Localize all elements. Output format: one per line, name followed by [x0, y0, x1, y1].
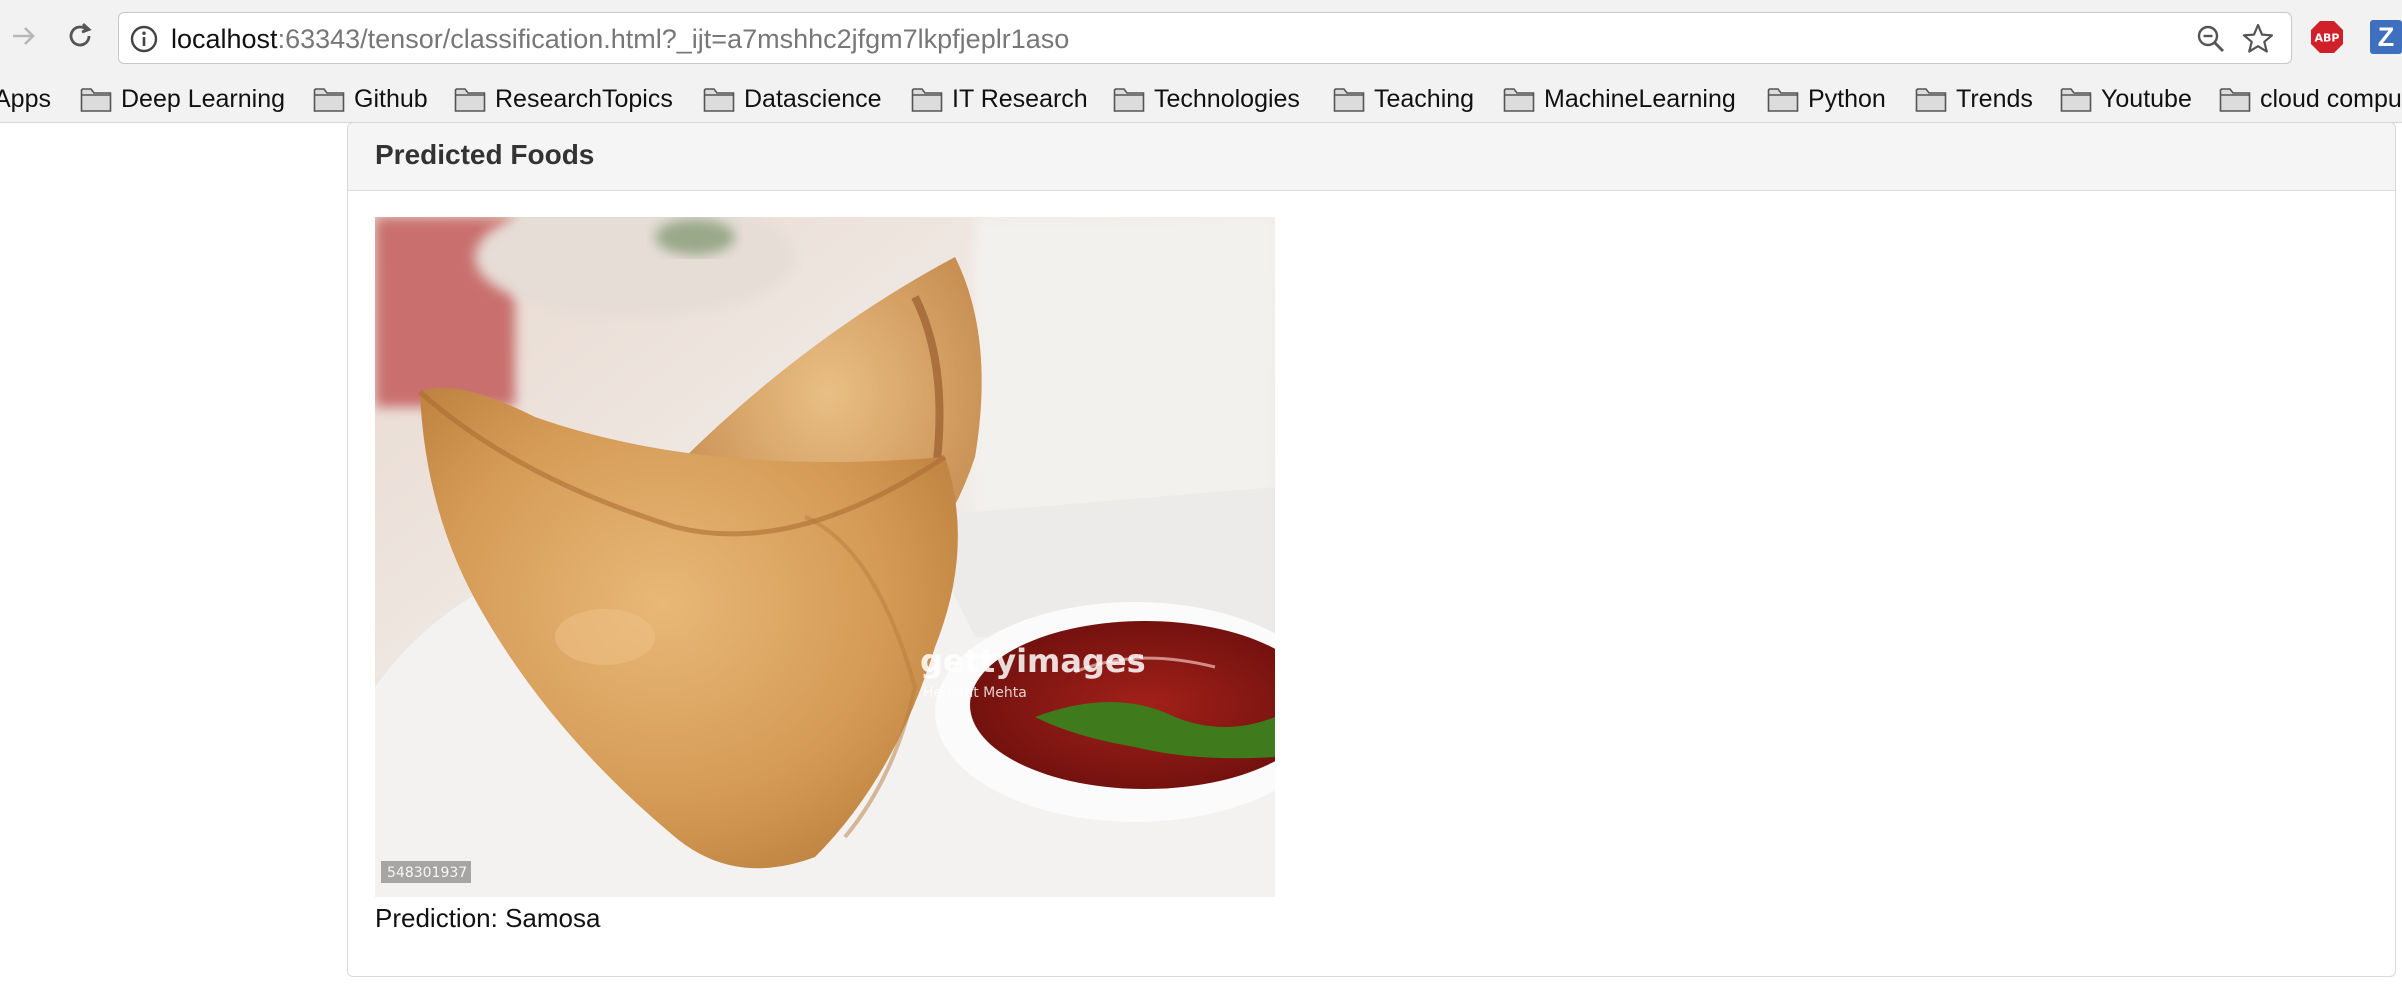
bookmark-folder-machinelearning[interactable]: MachineLearning [1503, 76, 1736, 122]
info-icon[interactable] [129, 24, 159, 54]
folder-icon [1915, 87, 1947, 112]
bookmark-label: Technologies [1154, 84, 1300, 113]
folder-icon [1767, 87, 1799, 112]
bookmark-folder-technologies[interactable]: Technologies [1113, 76, 1300, 122]
bookmarks-bar: Apps Deep Learning Github ResearchTopics… [0, 76, 2402, 122]
bookmark-label: IT Research [952, 84, 1088, 113]
folder-icon [80, 87, 112, 112]
food-image: gettyimages Hemant Mehta 548301937 [375, 217, 1275, 897]
folder-icon [1113, 87, 1145, 112]
bookmark-folder-researchtopics[interactable]: ResearchTopics [454, 76, 673, 122]
url-host: localhost [171, 24, 278, 54]
bookmark-label: Trends [1956, 84, 2033, 113]
folder-icon [703, 87, 735, 112]
bookmark-label: MachineLearning [1544, 84, 1736, 113]
folder-icon [313, 87, 345, 112]
folder-icon [1503, 87, 1535, 112]
z-extension-icon[interactable]: Z [2370, 20, 2402, 54]
folder-icon [2060, 87, 2092, 112]
z-extension-label: Z [2377, 22, 2395, 52]
adblock-plus-icon[interactable]: ABP [2310, 20, 2344, 54]
bookmark-folder-trends[interactable]: Trends [1915, 76, 2033, 122]
url-text[interactable]: localhost:63343/tensor/classification.ht… [171, 24, 1069, 54]
folder-icon [911, 87, 943, 112]
watermark-brand: gettyimages [920, 642, 1146, 680]
folder-icon [454, 87, 486, 112]
bookmark-label: Datascience [744, 84, 882, 113]
image-id-label: 548301937 [387, 865, 467, 881]
bookmark-star-icon[interactable] [2241, 22, 2275, 56]
bookmark-label: Teaching [1374, 84, 1475, 113]
abp-label: ABP [2315, 32, 2340, 45]
panel-header: Predicted Foods [348, 123, 2395, 191]
bookmark-folder-it-research[interactable]: IT Research [911, 76, 1088, 122]
forward-button[interactable] [2, 14, 46, 58]
browser-toolbar: localhost:63343/tensor/classification.ht… [0, 0, 2402, 76]
bookmark-label: Apps [0, 84, 51, 113]
folder-icon [2219, 87, 2251, 112]
reload-icon [69, 22, 92, 47]
bookmark-folder-deep-learning[interactable]: Deep Learning [80, 76, 285, 122]
bookmark-folder-github[interactable]: Github [313, 76, 428, 122]
zoom-out-icon[interactable] [2195, 23, 2227, 55]
bookmark-folder-datascience[interactable]: Datascience [703, 76, 882, 122]
address-bar[interactable]: localhost:63343/tensor/classification.ht… [118, 12, 2292, 64]
url-path: :63343/tensor/classification.html?_ijt=a… [277, 24, 1070, 54]
bookmark-folder-youtube[interactable]: Youtube [2060, 76, 2192, 122]
watermark-credit: Hemant Mehta [923, 685, 1027, 701]
panel-title: Predicted Foods [375, 139, 595, 170]
bookmark-label: cloud compu [2260, 84, 2402, 113]
bookmark-label: Github [354, 84, 428, 113]
bookmark-apps[interactable]: Apps [0, 76, 51, 122]
prediction-text: Prediction: Samosa [375, 903, 601, 933]
bookmark-folder-teaching[interactable]: Teaching [1333, 76, 1474, 122]
predicted-foods-panel: Predicted Foods gettyimages Hemant Mehta… [347, 122, 2396, 977]
arrow-right-icon [13, 27, 35, 45]
folder-icon [1333, 87, 1365, 112]
reload-button[interactable] [58, 14, 102, 58]
browser-chrome: localhost:63343/tensor/classification.ht… [0, 0, 2402, 123]
samosa-photo: gettyimages Hemant Mehta 548301937 [375, 217, 1275, 897]
bookmark-label: Deep Learning [121, 84, 286, 113]
bookmark-label: ResearchTopics [495, 84, 673, 113]
bookmark-label: Python [1808, 84, 1886, 113]
bookmark-folder-python[interactable]: Python [1767, 76, 1886, 122]
bookmark-label: Youtube [2101, 84, 2192, 113]
bookmark-folder-cloud-computing[interactable]: cloud compu [2219, 76, 2402, 122]
